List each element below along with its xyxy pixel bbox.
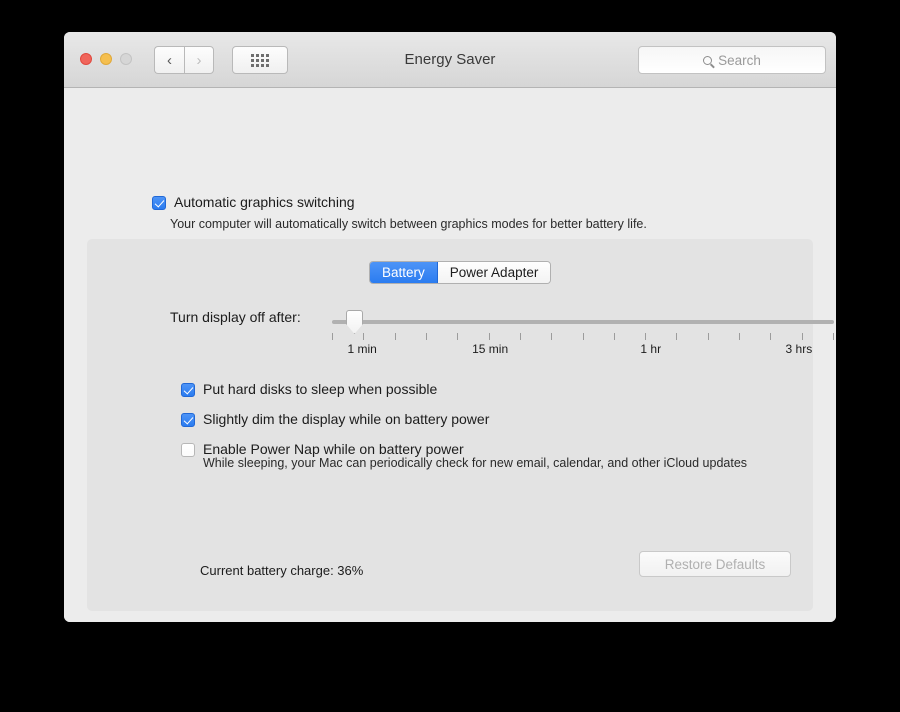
dim-display-label: Slightly dim the display while on batter… [203, 411, 490, 427]
restore-defaults-button[interactable]: Restore Defaults [639, 551, 791, 577]
slider-tick [551, 333, 552, 340]
tab-power-adapter[interactable]: Power Adapter [437, 262, 551, 283]
automatic-graphics-switching-label: Automatic graphics switching [174, 194, 355, 210]
energy-saver-window: ‹ › Energy Saver Search Automatic graphi… [64, 32, 836, 622]
display-sleep-slider-thumb[interactable] [346, 310, 363, 334]
slider-tick-label: 1 min [347, 342, 377, 356]
slider-tick [520, 333, 521, 340]
slider-tick-label: 3 hrs [785, 342, 813, 356]
tab-battery[interactable]: Battery [370, 262, 438, 283]
slider-tick-label: 1 hr [640, 342, 662, 356]
slider-tick [614, 333, 615, 340]
window-titlebar: ‹ › Energy Saver Search [64, 32, 836, 88]
slider-tick [457, 333, 458, 340]
dim-display-checkbox[interactable]: Slightly dim the display while on batter… [181, 411, 489, 428]
battery-options-list: Put hard disks to sleep when possible Sl… [181, 381, 489, 458]
automatic-graphics-switching-checkbox[interactable]: Automatic graphics switching [152, 194, 355, 211]
hard-disk-sleep-label: Put hard disks to sleep when possible [203, 381, 438, 397]
display-sleep-slider-track[interactable] [332, 320, 834, 324]
slider-tick [708, 333, 709, 340]
slider-tick [770, 333, 771, 340]
checkmark-icon [152, 196, 166, 210]
slider-tick [395, 333, 396, 340]
slider-tick [583, 333, 584, 340]
slider-tick [363, 333, 364, 340]
display-sleep-label: Turn display off after: [170, 309, 301, 325]
display-sleep-slider-ticks [332, 333, 834, 340]
slider-tick [332, 333, 333, 340]
automatic-graphics-switching-description: Your computer will automatically switch … [170, 217, 647, 231]
search-icon [703, 55, 713, 65]
checkmark-icon [181, 383, 195, 397]
slider-tick [489, 333, 490, 340]
slider-tick [833, 333, 834, 340]
power-source-panel: Battery Power Adapter Turn display off a… [87, 239, 834, 611]
slider-tick [676, 333, 677, 340]
slider-tick [645, 333, 646, 340]
search-placeholder: Search [718, 52, 761, 68]
slider-tick-label: 15 min [472, 342, 509, 356]
checkmark-icon [181, 413, 195, 427]
power-source-tabs: Battery Power Adapter [369, 261, 552, 284]
empty-checkbox-icon [181, 443, 195, 457]
power-nap-description: While sleeping, your Mac can periodicall… [203, 456, 748, 470]
slider-tick [739, 333, 740, 340]
slider-tick [426, 333, 427, 340]
hard-disk-sleep-checkbox[interactable]: Put hard disks to sleep when possible [181, 381, 489, 398]
search-input[interactable]: Search [638, 46, 826, 74]
slider-tick [802, 333, 803, 340]
current-battery-charge: Current battery charge: 36% [200, 563, 364, 578]
preferences-body: Automatic graphics switching Your comput… [64, 88, 836, 622]
